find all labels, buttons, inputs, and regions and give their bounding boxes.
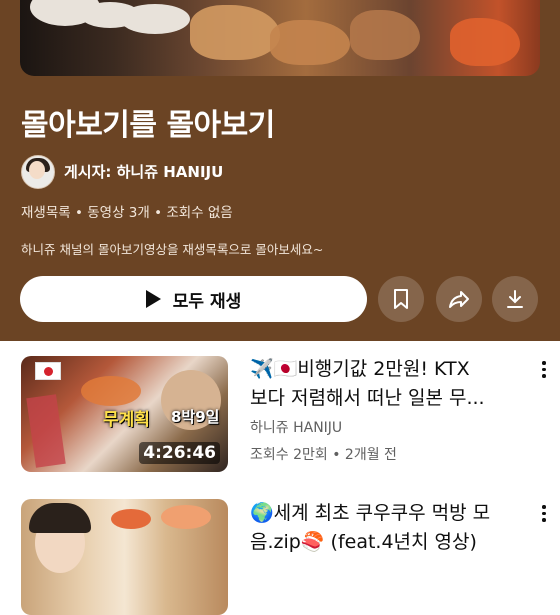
more-options-button[interactable] bbox=[541, 505, 547, 522]
download-icon bbox=[507, 290, 523, 308]
video-title-line: ✈️🇯🇵비행기값 2만원! KTX bbox=[250, 358, 470, 380]
video-channel: 하니쥬 HANIJU bbox=[250, 420, 343, 436]
play-icon bbox=[145, 290, 161, 308]
bookmark-icon bbox=[394, 289, 408, 309]
thumbnail-overlay-text: 무계획 bbox=[103, 410, 150, 430]
list-item[interactable]: 🌍세계 최초 쿠우쿠우 먹방 모 음.zip🍣 (feat.4년치 영상) bbox=[0, 491, 560, 615]
playlist-cover-image[interactable] bbox=[20, 0, 540, 76]
share-icon bbox=[449, 291, 469, 308]
video-thumbnail[interactable]: 무계획 8박9일 4:26:46 bbox=[21, 356, 228, 472]
download-button[interactable] bbox=[492, 276, 538, 322]
play-all-label: 모두 재생 bbox=[172, 291, 242, 312]
video-duration: 4:26:46 bbox=[139, 442, 220, 464]
video-stats: 조회수 2만회 • 2개월 전 bbox=[250, 447, 397, 463]
video-title[interactable]: 🌍세계 최초 쿠우쿠우 먹방 모 음.zip🍣 (feat.4년치 영상) bbox=[250, 499, 525, 557]
channel-name[interactable]: 게시자: 하니쥬 HANIJU bbox=[64, 161, 223, 182]
video-title[interactable]: ✈️🇯🇵비행기값 2만원! KTX 보다 저렴해서 떠난 일본 무... bbox=[250, 355, 525, 413]
playlist-header: 몰아보기를 몰아보기 게시자: 하니쥬 HANIJU 재생목록 • 동영상 3개… bbox=[0, 0, 560, 341]
more-options-button[interactable] bbox=[541, 361, 547, 378]
video-title-line: 음.zip🍣 (feat.4년치 영상) bbox=[250, 531, 477, 553]
video-title-line: 보다 저렴해서 떠난 일본 무... bbox=[250, 387, 485, 409]
japan-flag-icon bbox=[35, 362, 61, 380]
list-item[interactable]: 무계획 8박9일 4:26:46 ✈️🇯🇵비행기값 2만원! KTX 보다 저렴… bbox=[0, 341, 560, 491]
play-all-button[interactable]: 모두 재생 bbox=[20, 276, 367, 322]
channel-avatar[interactable] bbox=[21, 155, 55, 189]
video-thumbnail[interactable] bbox=[21, 499, 228, 615]
playlist-title: 몰아보기를 몰아보기 bbox=[21, 108, 275, 143]
share-button[interactable] bbox=[436, 276, 482, 322]
save-button[interactable] bbox=[378, 276, 424, 322]
playlist-description[interactable]: 하니쥬 채널의 몰아보기영상을 재생목록으로 몰아보세요~ bbox=[21, 239, 323, 258]
playlist-meta: 재생목록 • 동영상 3개 • 조회수 없음 bbox=[21, 205, 233, 221]
thumbnail-overlay-text: 8박9일 bbox=[171, 408, 220, 426]
video-title-line: 🌍세계 최초 쿠우쿠우 먹방 모 bbox=[250, 502, 491, 524]
